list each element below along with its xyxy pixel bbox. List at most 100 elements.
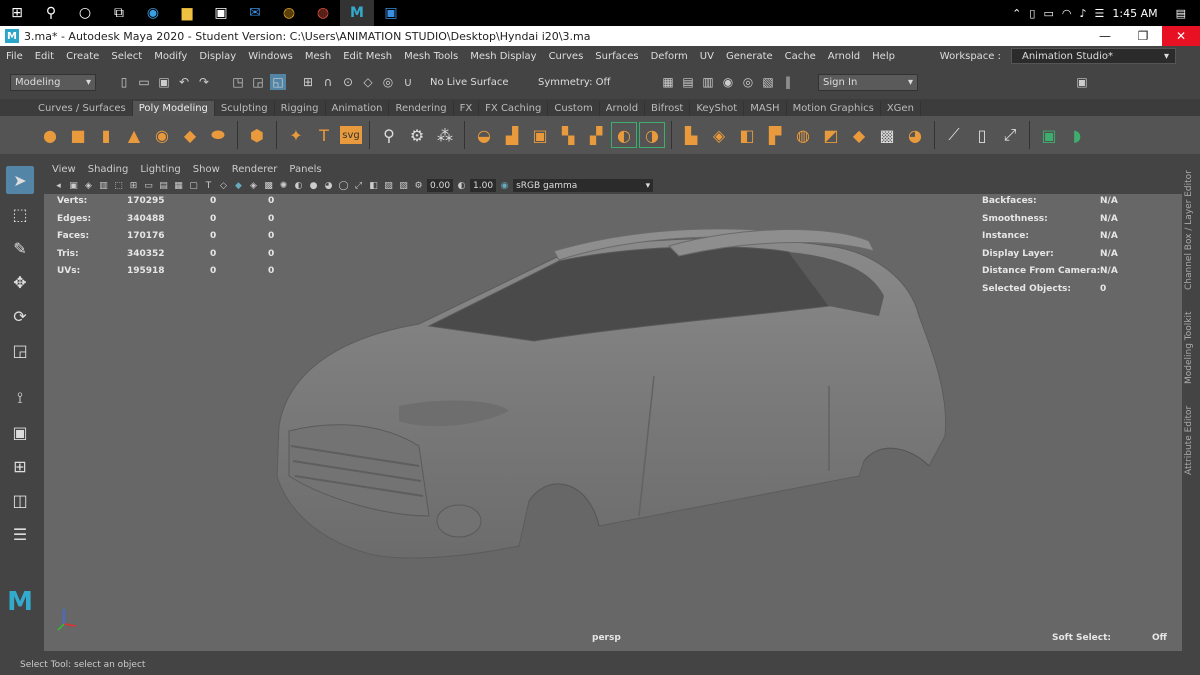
select-hierarchy-icon[interactable]: ◳ <box>230 74 246 90</box>
single-perspective-layout-icon[interactable]: ▣ <box>6 418 34 446</box>
rotate-tool-icon[interactable]: ⟳ <box>6 302 34 330</box>
snap-point-icon[interactable]: ⊙ <box>340 74 356 90</box>
live-surface-field[interactable]: No Live Surface <box>426 73 522 91</box>
vp-menu-show[interactable]: Show <box>193 164 220 175</box>
connect-icon[interactable]: ◩ <box>819 123 843 147</box>
shelf-tab-animation[interactable]: Animation <box>326 101 390 116</box>
vp-menu-renderer[interactable]: Renderer <box>232 164 278 175</box>
shelf-tab-keyshot[interactable]: KeyShot <box>690 101 745 116</box>
extract-icon[interactable]: ▙ <box>679 123 703 147</box>
menu-arnold[interactable]: Arnold <box>822 51 866 62</box>
camera-attributes-icon[interactable]: ▣ <box>67 179 80 192</box>
workspace-dropdown[interactable]: Animation Studio* ▾ <box>1011 48 1176 64</box>
menu-help[interactable]: Help <box>866 51 901 62</box>
menuset-dropdown[interactable]: Modeling ▾ <box>10 73 96 91</box>
car-body-model[interactable] <box>269 216 959 576</box>
safe-action-icon[interactable]: ▢ <box>187 179 200 192</box>
symmetrize-icon[interactable]: ◑ <box>639 122 665 148</box>
resolution-gate-icon[interactable]: ▭ <box>142 179 155 192</box>
anti-aliasing-icon[interactable]: ◯ <box>337 179 350 192</box>
select-object-icon[interactable]: ◲ <box>250 74 266 90</box>
exposure-field[interactable]: 0.00 <box>427 179 454 192</box>
minimize-button[interactable]: — <box>1086 26 1124 46</box>
sign-in-dropdown[interactable]: Sign In ▾ <box>818 73 918 91</box>
history-icon[interactable]: ▦ <box>660 74 676 90</box>
chevron-up-icon[interactable]: ⌃ <box>1012 7 1021 20</box>
store-icon[interactable]: ▣ <box>204 0 238 26</box>
move-tool-icon[interactable]: ✥ <box>6 268 34 296</box>
viewport-panel[interactable]: View Shading Lighting Show Renderer Pane… <box>44 161 1182 651</box>
vp-menu-view[interactable]: View <box>52 164 76 175</box>
volume-icon[interactable]: ♪ <box>1079 7 1086 20</box>
extrude-icon[interactable]: ▣ <box>528 123 552 147</box>
snap-grid-icon[interactable]: ⊞ <box>300 74 316 90</box>
color-management-icon[interactable]: ◉ <box>498 179 511 192</box>
snap-view-plane-icon[interactable]: ◇ <box>360 74 376 90</box>
chrome-app-icon[interactable]: ◍ <box>306 0 340 26</box>
target-weld-icon[interactable]: ◍ <box>791 123 815 147</box>
menu-surfaces[interactable]: Surfaces <box>589 51 644 62</box>
poly-sphere-icon[interactable]: ● <box>38 123 62 147</box>
chrome-icon[interactable]: ◍ <box>272 0 306 26</box>
grid-toggle-icon[interactable]: ⊞ <box>127 179 140 192</box>
shelf-tab-arnold[interactable]: Arnold <box>600 101 646 116</box>
smooth-icon[interactable]: ⁂ <box>433 123 457 147</box>
menu-mesh-tools[interactable]: Mesh Tools <box>398 51 464 62</box>
gamma-field[interactable]: 1.00 <box>470 179 497 192</box>
svg-tool-icon[interactable]: svg <box>340 126 362 144</box>
shelf-tab-poly-modeling[interactable]: Poly Modeling <box>132 101 215 116</box>
tab-attribute-editor[interactable]: Attribute Editor <box>1184 400 1200 480</box>
close-button[interactable]: ✕ <box>1162 26 1200 46</box>
image-plane-icon[interactable]: ▥ <box>97 179 110 192</box>
shelf-tab-motion-graphics[interactable]: Motion Graphics <box>787 101 881 116</box>
xray-icon[interactable]: ◧ <box>367 179 380 192</box>
battery-icon[interactable]: ▭ <box>1043 7 1053 20</box>
lights-icon[interactable]: ✺ <box>277 179 290 192</box>
render-settings-icon[interactable]: ◎ <box>740 74 756 90</box>
isolate-select-icon[interactable]: ⤢ <box>352 179 365 192</box>
lasso-tool-icon[interactable]: ⬚ <box>6 200 34 228</box>
motion-blur-icon[interactable]: ◕ <box>322 179 335 192</box>
menu-file[interactable]: File <box>0 51 29 62</box>
make-live-icon[interactable]: ∪ <box>400 74 416 90</box>
symmetry-dropdown[interactable]: Symmetry: Off <box>534 73 644 91</box>
menu-mesh-display[interactable]: Mesh Display <box>464 51 542 62</box>
search-icon[interactable]: ⚲ <box>34 0 68 26</box>
shelf-tab-mash[interactable]: MASH <box>744 101 787 116</box>
menu-windows[interactable]: Windows <box>242 51 299 62</box>
film-gate-icon[interactable]: ⬚ <box>112 179 125 192</box>
cortana-icon[interactable]: ○ <box>68 0 102 26</box>
paint-select-icon[interactable]: ✎ <box>6 234 34 262</box>
menu-uv[interactable]: UV <box>694 51 720 62</box>
undo-icon[interactable]: ↶ <box>176 74 192 90</box>
menu-deform[interactable]: Deform <box>645 51 694 62</box>
wireframe-on-shaded-icon[interactable]: ◈ <box>247 179 260 192</box>
shelf-tab-curves-surfaces[interactable]: Curves / Surfaces <box>32 101 133 116</box>
separate-icon[interactable]: ⚙ <box>405 123 429 147</box>
mail-icon[interactable]: ✉ <box>238 0 272 26</box>
uv-unfold-icon[interactable]: ◗ <box>1065 123 1089 147</box>
tab-modeling-toolkit[interactable]: Modeling Toolkit <box>1184 305 1200 390</box>
clock-time[interactable]: 1:45 AM <box>1112 7 1157 20</box>
shelf-tab-rendering[interactable]: Rendering <box>389 101 454 116</box>
menu-edit-mesh[interactable]: Edit Mesh <box>337 51 398 62</box>
maximize-button[interactable]: ❐ <box>1124 26 1162 46</box>
poly-torus-icon[interactable]: ◉ <box>150 123 174 147</box>
maya-window-icon[interactable]: ▣ <box>374 0 408 26</box>
safe-title-icon[interactable]: T <box>202 179 215 192</box>
gamma-icon[interactable]: ◐ <box>455 179 468 192</box>
vp-menu-shading[interactable]: Shading <box>88 164 129 175</box>
menu-cache[interactable]: Cache <box>779 51 822 62</box>
render-frame-icon[interactable]: ▤ <box>680 74 696 90</box>
menu-create[interactable]: Create <box>60 51 105 62</box>
collapse-icon[interactable]: ◆ <box>847 123 871 147</box>
boolean-difference-icon[interactable]: ▞ <box>584 123 608 147</box>
exposure-icon[interactable]: ⚙ <box>412 179 425 192</box>
show-manipulator-icon[interactable]: ⟟ <box>6 384 34 412</box>
fill-hole-icon[interactable]: ◈ <box>707 123 731 147</box>
scale-tool-icon[interactable]: ◲ <box>6 336 34 364</box>
smooth-shade-icon[interactable]: ◆ <box>232 179 245 192</box>
shadows-icon[interactable]: ◐ <box>292 179 305 192</box>
multi-cut-icon[interactable]: ▛ <box>763 123 787 147</box>
delete-edge-icon[interactable]: ▩ <box>875 123 899 147</box>
